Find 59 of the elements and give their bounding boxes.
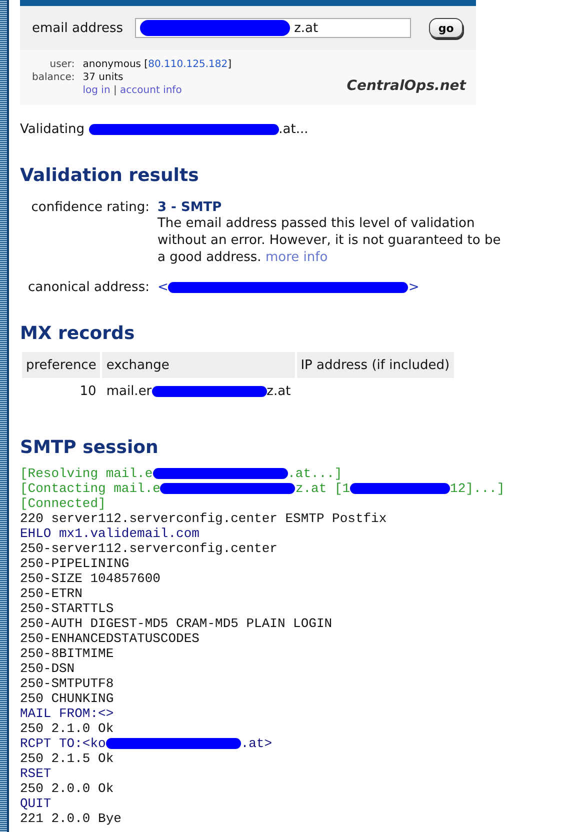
log-line: 221 2.0.0 Bye	[20, 811, 122, 826]
account-link[interactable]: log in	[82, 85, 110, 96]
info-label: user:	[48, 59, 75, 70]
log-line: 250 CHUNKING	[20, 691, 114, 706]
log-line: QUIT	[20, 796, 52, 811]
table-cell: mail.er	[106, 384, 152, 399]
section-heading: Validation results	[20, 165, 200, 186]
table-cell-text: 10	[78, 383, 98, 401]
log-line: MAIL FROM:<>	[20, 706, 114, 721]
log-line: .at>	[240, 736, 272, 751]
log-line: 250-SMTPUTF8	[20, 676, 114, 691]
log-line: 250-server112.serverconfig.center	[20, 541, 278, 556]
log-line: 250 2.1.0 Ok	[20, 721, 114, 736]
email-field[interactable]: z.at	[135, 18, 412, 38]
section-heading: MX records	[20, 323, 136, 344]
description-text: The email address passed this level of validation without an error. However, it is not guaranteed to be a good address. more info	[157, 215, 502, 266]
log-line: RSET	[20, 766, 52, 781]
log-line: 250-8BITMIME	[20, 646, 114, 661]
log-line: 250-STARTTLS	[20, 601, 114, 616]
ip-link[interactable]: 80.110.125.182	[148, 59, 228, 70]
field-label: canonical address:	[28, 280, 150, 295]
link-separator: |	[113, 85, 117, 96]
log-line: 250-ETRN	[20, 586, 82, 601]
site-logo: CentralOps.net	[346, 78, 466, 96]
log-line: 250 2.1.5 Ok	[20, 751, 114, 766]
log-line: 250-ENHANCEDSTATUSCODES	[20, 631, 200, 646]
status-text: Validating	[20, 122, 86, 137]
confidence-value: 3 - SMTP	[157, 200, 223, 215]
log-line: [Contacting mail.e	[20, 481, 160, 496]
info-value: anonymous [80.110.125.182]	[82, 59, 232, 70]
log-line: 250-PIPELINING	[20, 556, 130, 571]
column-header: exchange	[102, 352, 295, 378]
log-line: [Connected]	[20, 496, 106, 511]
column-header: preference	[22, 352, 100, 378]
more-info-link[interactable]: more info	[265, 250, 328, 265]
canonical-address: <	[157, 280, 168, 295]
log-line: .at...]	[288, 466, 342, 481]
log-line: 250-AUTH DIGEST-MD5 CRAM-MD5 PLAIN LOGIN	[20, 616, 332, 631]
email-input[interactable]: z.at	[290, 20, 394, 36]
log-line: 250-DSN	[20, 661, 75, 676]
log-line: EHLO mx1.validemail.com	[20, 526, 200, 541]
log-line: 12]...]	[450, 481, 505, 496]
field-label: confidence rating:	[30, 200, 150, 217]
table-cell: z.at	[266, 384, 291, 399]
log-line: 250-SIZE 104857600	[20, 571, 160, 586]
log-line: 220 server112.serverconfig.center ESMTP Postfix	[20, 511, 387, 526]
log-line: z.at [1	[295, 481, 350, 496]
go-button[interactable]: go	[429, 18, 464, 38]
account-link[interactable]: account info	[120, 85, 182, 96]
log-line: 250 2.0.0 Ok	[20, 781, 114, 796]
column-header: IP address (if included)	[296, 352, 454, 378]
log-line: RCPT TO:<ko	[20, 736, 106, 751]
info-label: balance:	[32, 72, 75, 83]
info-value: 37 units	[82, 72, 124, 83]
canonical-address: >	[408, 280, 420, 295]
section-heading: SMTP session	[20, 437, 160, 458]
log-line: [Resolving mail.e	[20, 466, 153, 481]
field-label: email address	[32, 20, 124, 36]
status-text: .at...	[278, 122, 308, 137]
